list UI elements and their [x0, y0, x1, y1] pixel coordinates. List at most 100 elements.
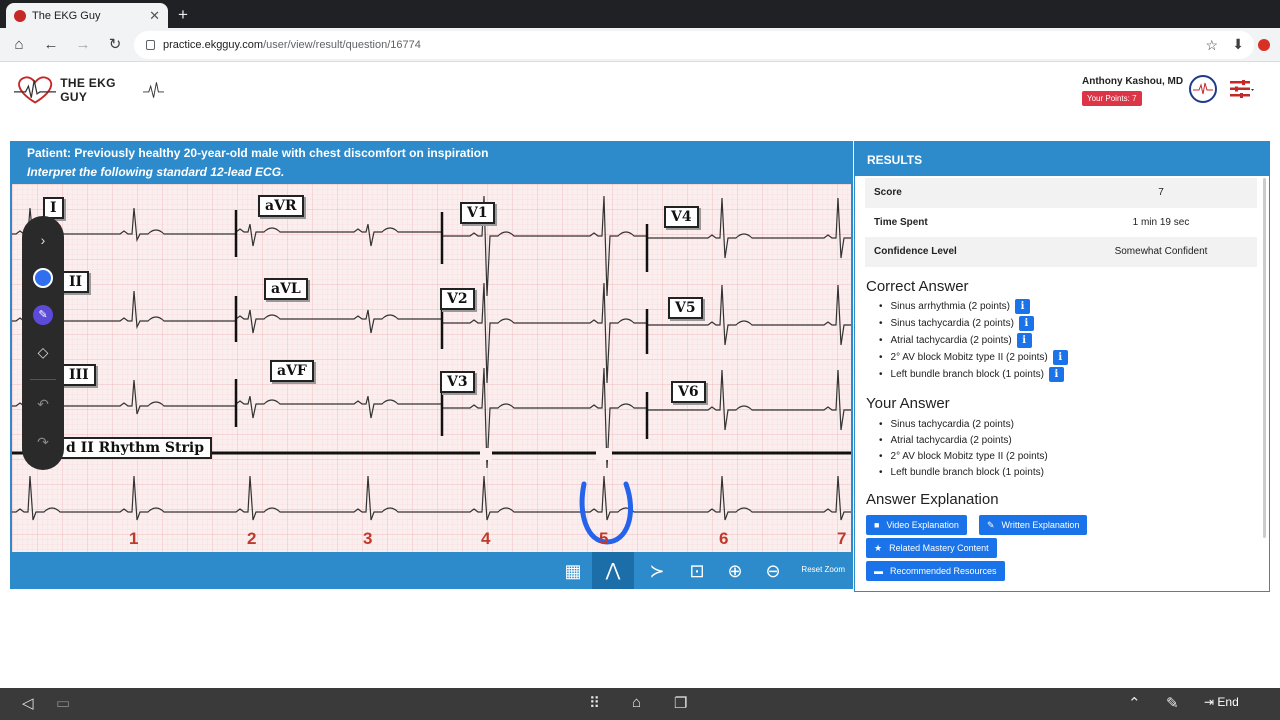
lock-tool-icon[interactable]: ⊡	[682, 556, 712, 586]
lead-label-v6: V6	[671, 381, 706, 403]
time-spent-value: 1 min 19 sec	[1132, 216, 1190, 228]
lead-label-iii: III	[62, 364, 96, 386]
folder-icon: ▬	[874, 566, 883, 576]
patient-description: Patient: Previously healthy 20-year-old …	[27, 146, 489, 160]
second-marker-3: 3	[363, 529, 373, 548]
pen-toolbar-divider	[30, 379, 56, 380]
download-icon[interactable]: ⬇	[1232, 36, 1244, 53]
second-marker-1: 1	[129, 529, 139, 548]
lock-icon	[146, 40, 155, 50]
correct-answer-text: Left bundle branch block (1 points)	[890, 369, 1044, 380]
overview-icon[interactable]: ❐	[674, 694, 687, 712]
written-explanation-label: Written Explanation	[1001, 520, 1080, 530]
written-explanation-button[interactable]: ✎ Written Explanation	[979, 515, 1088, 535]
axis-tool-icon[interactable]: ≻	[642, 556, 672, 586]
ecg-tracing[interactable]: I aVR V1 V4 II aVL V2 V5 III aVF V3 V6 d…	[12, 184, 851, 552]
browser-toolbar: ⌂ ← → ↻ practice.ekgguy.com/user/view/re…	[0, 28, 1280, 62]
pen-color-swatch[interactable]	[33, 268, 53, 288]
list-item: Left bundle branch block (1 points) i	[879, 366, 1068, 383]
back-triangle-icon[interactable]: ◁	[22, 694, 34, 712]
lead-label-v5: V5	[668, 297, 703, 319]
second-marker-5: 5	[599, 529, 609, 548]
second-marker-7: 7	[837, 529, 847, 548]
correct-answer-title: Correct Answer	[866, 278, 969, 295]
rhythm-strip-label: d II Rhythm Strip	[58, 437, 212, 459]
lead-label-avl: aVL	[264, 278, 308, 300]
redo-icon[interactable]: ↷	[22, 434, 64, 451]
zoom-in-icon[interactable]: ⊕	[720, 556, 750, 586]
heart-ekg-logo-icon	[14, 76, 57, 104]
app-drawer-icon[interactable]: ⠿	[589, 694, 600, 712]
logo-pulse-icon	[142, 82, 164, 98]
points-badge: Your Points: 7	[1082, 91, 1142, 106]
avatar[interactable]	[1189, 75, 1217, 103]
info-icon[interactable]: i	[1018, 316, 1034, 331]
forward-arrow-icon[interactable]: →	[74, 36, 92, 54]
calipers-icon[interactable]: ⋀	[592, 552, 634, 589]
calculator-icon[interactable]: ▦	[558, 556, 588, 586]
menu-sliders-icon[interactable]	[1230, 80, 1254, 98]
eraser-icon[interactable]: ◇	[22, 344, 64, 361]
second-marker-2: 2	[247, 529, 257, 548]
bookmark-star-icon[interactable]: ☆	[1205, 37, 1218, 54]
recommended-resources-button[interactable]: ▬ Recommended Resources	[866, 561, 1005, 581]
list-item: 2° AV block Mobitz type II (2 points) i	[879, 349, 1068, 366]
your-answer-title: Your Answer	[866, 395, 950, 412]
reload-icon[interactable]: ↻	[106, 36, 124, 54]
table-row: Score 7	[865, 178, 1257, 208]
results-scrollbar[interactable]	[1263, 178, 1266, 538]
home-icon[interactable]: ⌂	[10, 36, 28, 54]
question-instruction: Interpret the following standard 12-lead…	[27, 165, 285, 179]
time-spent-label: Time Spent	[874, 216, 928, 228]
correct-answer-text: Sinus tachycardia (2 points)	[890, 318, 1014, 329]
info-icon[interactable]: i	[1015, 299, 1031, 314]
recommended-resources-label: Recommended Resources	[890, 566, 997, 576]
pencil-icon: ✎	[987, 519, 995, 530]
site-logo[interactable]: THE EKG GUY	[14, 74, 164, 106]
lead-label-ii: II	[62, 271, 90, 293]
chevron-up-icon[interactable]: ⌃	[1128, 694, 1141, 712]
avatar-ekg-icon	[1193, 82, 1213, 95]
answer-explanation-title: Answer Explanation	[866, 491, 999, 508]
extension-icon[interactable]	[1258, 39, 1270, 51]
pen-tool-icon[interactable]: ✎	[33, 305, 53, 325]
related-mastery-button[interactable]: ★ Related Mastery Content	[866, 538, 997, 558]
lead-label-avf: aVF	[270, 360, 314, 382]
home-icon[interactable]: ⌂	[632, 694, 641, 711]
close-tab-icon[interactable]: ✕	[149, 8, 160, 24]
reset-zoom-button[interactable]: Reset Zoom	[801, 565, 845, 574]
new-tab-plus-icon[interactable]: +	[178, 5, 188, 25]
browser-tab[interactable]: The EKG Guy ✕	[6, 3, 168, 28]
pen-icon[interactable]: ✎	[1166, 694, 1179, 712]
video-explanation-label: Video Explanation	[886, 520, 959, 530]
list-item: Atrial tachycardia (2 points)	[879, 432, 1048, 448]
list-item: 2° AV block Mobitz type II (2 points)	[879, 448, 1048, 464]
list-item: Sinus arrhythmia (2 points) i	[879, 298, 1068, 315]
logo-text: THE EKG GUY	[60, 76, 116, 104]
second-marker-4: 4	[481, 529, 491, 548]
lead-label-avr: aVR	[258, 195, 304, 217]
score-value: 7	[1158, 187, 1164, 199]
url-path: /user/view/result/question/16774	[263, 39, 421, 51]
lead-label-v4: V4	[664, 206, 699, 228]
undo-icon[interactable]: ↶	[22, 396, 64, 413]
ekg-guy-favicon-icon	[14, 9, 26, 22]
info-icon[interactable]: i	[1048, 367, 1064, 382]
chevron-right-icon[interactable]: ›	[22, 232, 64, 248]
results-table: Score 7 Time Spent 1 min 19 sec Confiden…	[865, 178, 1257, 267]
address-bar[interactable]: practice.ekgguy.com/user/view/result/que…	[134, 31, 1254, 59]
end-button[interactable]: ⇥ End	[1204, 695, 1239, 709]
url-host: practice.ekgguy.com	[163, 39, 264, 51]
recent-apps-icon[interactable]: ▭	[56, 694, 70, 712]
video-camera-icon: ■	[874, 520, 880, 530]
question-panel: Patient: Previously healthy 20-year-old …	[10, 141, 853, 589]
system-nav-bar: ◁ ▭ ⠿ ⌂ ❐ ⌃ ✎ ⇥ End	[0, 688, 1280, 720]
info-icon[interactable]: i	[1052, 350, 1068, 365]
confidence-value: Somewhat Confident	[1114, 246, 1208, 258]
confidence-label: Confidence Level	[874, 246, 957, 258]
back-arrow-icon[interactable]: ←	[42, 36, 60, 54]
video-explanation-button[interactable]: ■ Video Explanation	[866, 515, 967, 535]
info-icon[interactable]: i	[1016, 333, 1032, 348]
zoom-out-icon[interactable]: ⊖	[758, 556, 788, 586]
lead-label-v3: V3	[440, 371, 475, 393]
